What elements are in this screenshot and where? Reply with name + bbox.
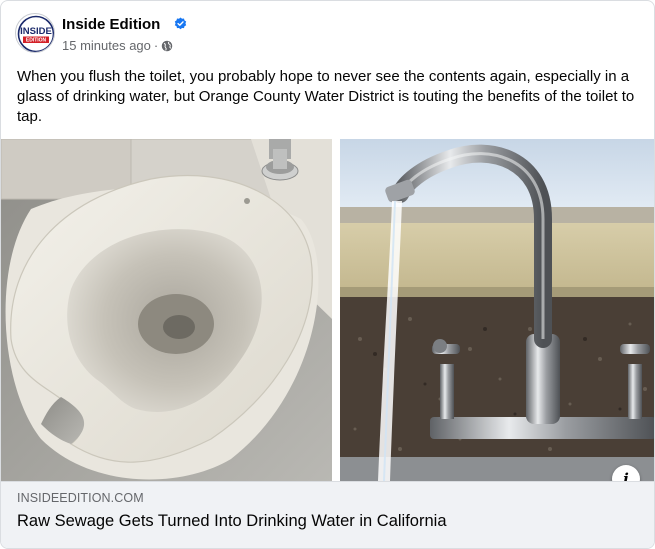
globe-icon[interactable] <box>161 40 173 52</box>
author-avatar[interactable]: INSIDE EDITION <box>15 13 55 53</box>
link-title[interactable]: Raw Sewage Gets Turned Into Drinking Wat… <box>17 512 447 531</box>
link-preview-media[interactable] <box>1 139 654 481</box>
post-timestamp[interactable]: 15 minutes ago <box>62 38 151 54</box>
link-preview-footer[interactable]: INSIDEEDITION.COM Raw Sewage Gets Turned… <box>1 481 654 548</box>
post-body-text: When you flush the toilet, you probably … <box>17 68 635 125</box>
post-header: INSIDE EDITION Inside Edition 15 minutes… <box>15 13 635 57</box>
verified-badge-icon <box>174 17 187 30</box>
faucet-illustration <box>340 139 654 481</box>
post-card: INSIDE EDITION Inside Edition 15 minutes… <box>0 0 655 549</box>
link-domain: INSIDEEDITION.COM <box>17 491 144 505</box>
author-name[interactable]: Inside Edition <box>62 16 160 34</box>
logo-text-inside: INSIDE <box>20 26 52 37</box>
meta-separator: · <box>153 38 159 53</box>
toilet-illustration <box>1 139 332 481</box>
logo-text-edition: EDITION <box>26 38 47 44</box>
inside-edition-logo: INSIDE EDITION <box>17 15 54 52</box>
post-meta: 15 minutes ago · <box>62 38 173 54</box>
toilet-photo[interactable] <box>1 139 332 481</box>
faucet-photo[interactable] <box>340 139 654 481</box>
